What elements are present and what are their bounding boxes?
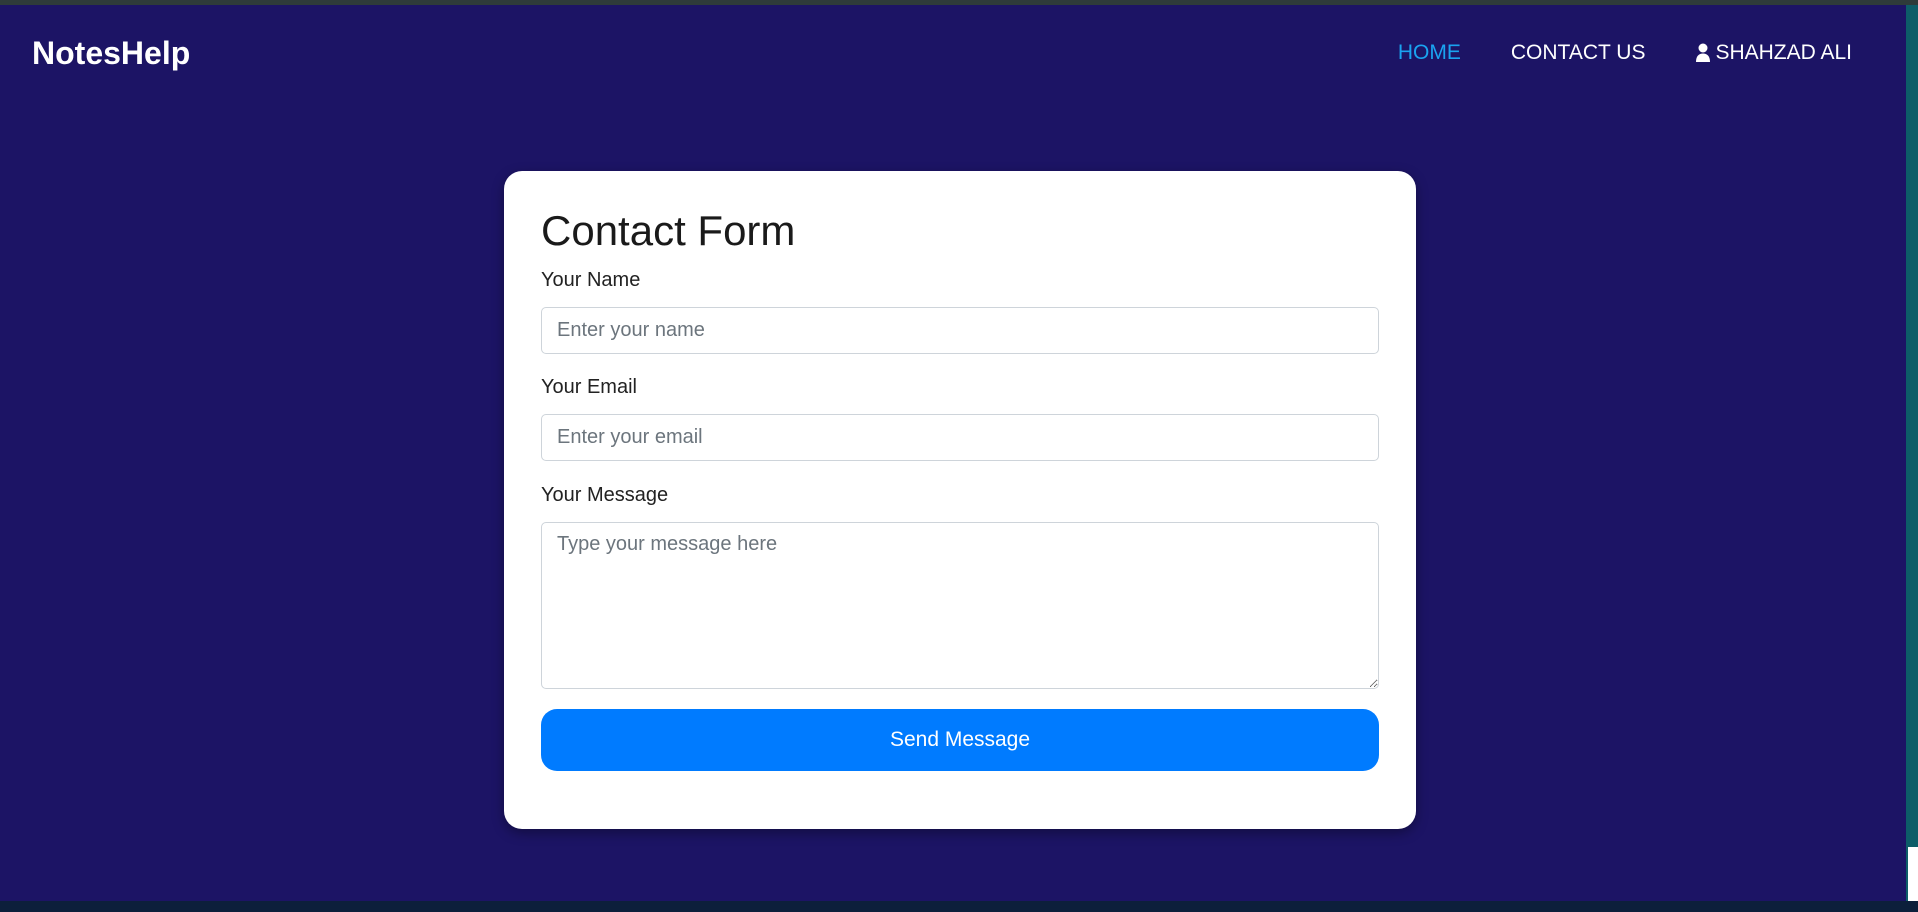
- email-label: Your Email: [541, 376, 637, 398]
- user-name-label: SHAHZAD ALI: [1715, 41, 1852, 64]
- nav-link-user[interactable]: SHAHZAD ALI: [1695, 37, 1852, 69]
- window-right-edge: [1906, 5, 1918, 901]
- brand-logo[interactable]: NotesHelp: [32, 33, 190, 73]
- nav-link-home[interactable]: HOME: [1398, 37, 1461, 69]
- user-icon: [1696, 43, 1711, 62]
- form-title: Contact Form: [541, 207, 796, 254]
- navbar: NotesHelp HOME CONTACT US SHAHZAD ALI: [0, 5, 1906, 100]
- nav-links: HOME CONTACT US SHAHZAD ALI: [1348, 37, 1852, 69]
- scrollbar-thumb[interactable]: [1908, 847, 1918, 901]
- window-bottom-strip: [0, 901, 1918, 912]
- contact-form-card: Contact Form Your Name Your Email Your M…: [504, 171, 1416, 829]
- nav-link-contact-us[interactable]: CONTACT US: [1511, 37, 1646, 69]
- send-message-button[interactable]: Send Message: [541, 709, 1379, 771]
- name-input[interactable]: [541, 307, 1379, 354]
- name-label: Your Name: [541, 269, 641, 291]
- message-textarea[interactable]: [541, 522, 1379, 689]
- email-input[interactable]: [541, 414, 1379, 461]
- message-label: Your Message: [541, 484, 669, 506]
